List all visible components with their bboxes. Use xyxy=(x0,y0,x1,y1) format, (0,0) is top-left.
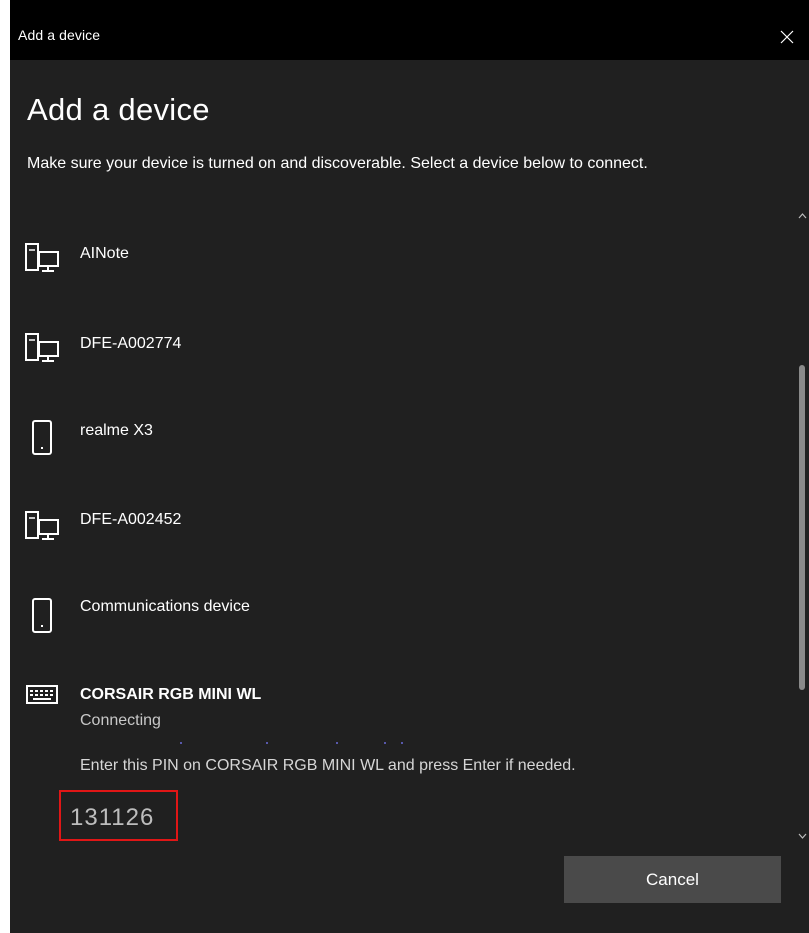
device-item-dfe-a002452[interactable]: DFE-A002452 xyxy=(10,482,796,562)
device-name: realme X3 xyxy=(80,422,153,439)
device-item-realme-x3[interactable]: realme X3 xyxy=(10,392,796,472)
title-bar: Add a device xyxy=(10,0,809,60)
device-item-communications-device[interactable]: Communications device xyxy=(10,570,796,650)
device-name: CORSAIR RGB MINI WL xyxy=(80,686,262,703)
device-name: AINote xyxy=(80,245,129,262)
cancel-button[interactable]: Cancel xyxy=(564,856,781,903)
scrollbar[interactable] xyxy=(796,210,809,846)
device-list: AINote DFE-A002774 realme X3 DFE-A002452… xyxy=(10,214,796,850)
close-icon xyxy=(780,30,794,44)
phone-icon xyxy=(32,598,52,633)
close-button[interactable] xyxy=(765,18,809,56)
add-device-dialog: Add a device Add a device Make sure your… xyxy=(10,0,809,933)
device-item-dfe-a002774[interactable]: DFE-A002774 xyxy=(10,304,796,384)
desktop-computer-icon xyxy=(25,243,59,272)
scrollbar-thumb[interactable] xyxy=(799,365,805,690)
device-name: DFE-A002452 xyxy=(80,511,182,528)
device-name: Communications device xyxy=(80,598,250,615)
device-item-ainote[interactable]: AINote xyxy=(10,214,796,294)
keyboard-icon xyxy=(26,685,58,704)
phone-icon xyxy=(32,420,52,455)
window-title: Add a device xyxy=(18,27,101,43)
desktop-computer-icon xyxy=(25,511,59,540)
desktop-computer-icon xyxy=(25,333,59,362)
connection-status: Connecting xyxy=(80,712,161,729)
pin-instruction: Enter this PIN on CORSAIR RGB MINI WL an… xyxy=(80,757,576,774)
scroll-up-icon[interactable] xyxy=(797,210,808,222)
device-name: DFE-A002774 xyxy=(80,335,182,352)
instructions-text: Make sure your device is turned on and d… xyxy=(27,155,648,172)
pin-code: 131126 xyxy=(70,804,155,831)
page-title: Add a device xyxy=(27,92,210,127)
scroll-down-icon[interactable] xyxy=(797,830,808,842)
